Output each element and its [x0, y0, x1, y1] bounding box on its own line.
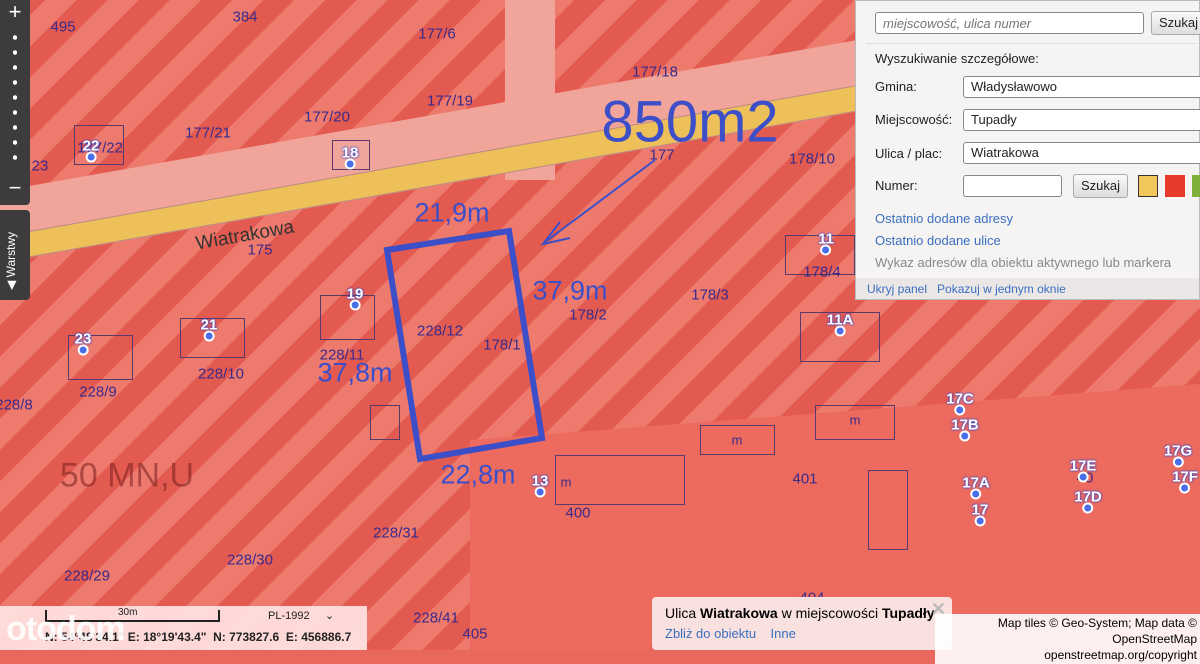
crs-select[interactable]: PL-1992 ⌄	[268, 609, 334, 622]
otodom-watermark: otodom	[6, 610, 126, 648]
numer-search-button[interactable]: Szukaj	[1073, 174, 1129, 198]
color-swatch-green[interactable]	[1192, 175, 1200, 197]
copyright-link[interactable]: openstreetmap.org/copyright	[938, 647, 1197, 663]
zoom-slider[interactable]	[13, 30, 17, 170]
chevron-down-icon: ⌄	[324, 610, 335, 622]
miejscowosc-select[interactable]: Tupadły	[963, 109, 1200, 131]
attribution-text: Map tiles © Geo-System; Map data © OpenS…	[997, 616, 1197, 646]
status-bar: 30m PL-1992 ⌄ N: 54°48'34.1" E: 18°19'43…	[0, 606, 367, 650]
area-annotation: 850m2	[601, 89, 779, 155]
other-link[interactable]: Inne	[771, 626, 796, 641]
detail-heading: Wyszukiwanie szczegółowe:	[875, 51, 1039, 66]
panel-footer: Ukryj panel Pokazuj w jednym oknie	[856, 278, 1199, 299]
search-input[interactable]	[875, 12, 1144, 34]
dimension-bottom: 22,8m	[440, 459, 516, 490]
single-window-link[interactable]: Pokazuj w jednym oknie	[937, 282, 1066, 296]
dimension-top: 21,9m	[414, 197, 490, 228]
numer-input[interactable]	[963, 175, 1062, 197]
dimension-right: 37,9m	[532, 275, 608, 306]
popup-title: Ulica Wiatrakowa w miejscowości Tupadły	[665, 605, 935, 621]
ulica-label: Ulica / plac:	[875, 146, 943, 161]
divider	[866, 43, 1196, 44]
triangle-left-icon: ◀	[4, 280, 18, 290]
color-swatch-red[interactable]	[1165, 175, 1185, 197]
gmina-select[interactable]: Władysławowo	[963, 76, 1200, 98]
layers-tab[interactable]: ◀ Warstwy	[0, 210, 30, 300]
zoom-toolbar: + −	[0, 0, 30, 205]
miejscowosc-label: Miejscowość:	[875, 112, 953, 127]
numer-label: Numer:	[875, 178, 918, 193]
map-attribution: Map tiles © Geo-System; Map data © OpenS…	[935, 614, 1200, 664]
layers-label: Warstwy	[4, 231, 18, 278]
object-popup: Ulica Wiatrakowa w miejscowości Tupadły …	[652, 597, 952, 650]
zoom-in-button[interactable]: +	[0, 0, 30, 24]
address-list-text: Wykaz adresów dla obiektu aktywnego lub …	[875, 255, 1172, 270]
recent-addresses-link[interactable]: Ostatnio dodane adresy	[875, 211, 1013, 226]
plot-boundary	[383, 227, 546, 463]
search-panel: Szukaj Wyszukiwanie szczegółowe: Gmina: …	[855, 0, 1200, 300]
search-button[interactable]: Szukaj	[1151, 11, 1200, 35]
hide-panel-link[interactable]: Ukryj panel	[867, 282, 927, 296]
zoom-to-object-link[interactable]: Zbliż do obiektu	[665, 626, 756, 641]
dimension-left: 37,8m	[317, 357, 393, 388]
color-swatch-yellow[interactable]	[1138, 175, 1158, 197]
arrow-line	[544, 159, 656, 243]
gmina-label: Gmina:	[875, 79, 917, 94]
zoom-out-button[interactable]: −	[0, 175, 30, 201]
ulica-input[interactable]: Wiatrakowa	[963, 142, 1200, 164]
recent-streets-link[interactable]: Ostatnio dodane ulice	[875, 233, 1001, 248]
